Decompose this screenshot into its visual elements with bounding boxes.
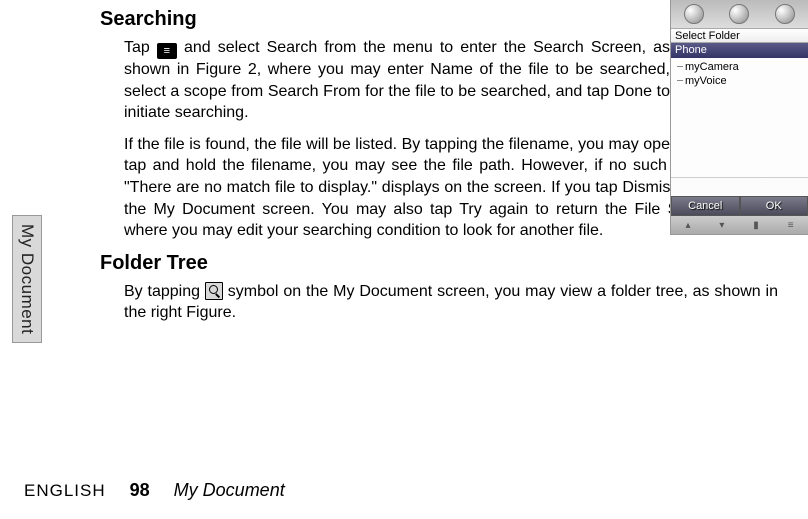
folder-tree-para: By tapping symbol on the My Document scr… <box>100 281 778 324</box>
device-titlebar-icon <box>775 4 795 24</box>
footer-section-title: My Document <box>174 480 285 501</box>
text-pre-icon: Tap <box>124 39 157 56</box>
text-post-icon: and select Search from the menu to enter… <box>124 39 670 121</box>
magnifier-icon <box>205 282 223 300</box>
footer-page-number: 98 <box>130 480 150 501</box>
device-folder-item[interactable]: myCamera <box>685 60 808 74</box>
device-screenshot: Select Folder Phone myCamera myVoice Can… <box>670 0 808 235</box>
device-folder-root[interactable]: Phone <box>671 43 808 58</box>
section-side-tab: My Document <box>12 215 42 343</box>
device-folder-tree: myCamera myVoice <box>671 58 808 178</box>
device-status-icon: ▾ <box>719 220 724 231</box>
searching-para-1: Tap ≡ and select Search from the menu to… <box>100 37 670 124</box>
device-titlebar-icon <box>684 4 704 24</box>
text-pre-search-icon: By tapping <box>124 283 205 300</box>
device-softkey-ok[interactable]: OK <box>740 196 808 216</box>
device-status-icon: ≡ <box>788 220 794 231</box>
device-softkey-cancel[interactable]: Cancel <box>671 196 740 216</box>
device-titlebar-icon <box>729 4 749 24</box>
device-status-icon: ▮ <box>753 220 759 231</box>
page-footer: ENGLISH 98 My Document <box>0 480 808 501</box>
device-titlebar <box>671 0 808 28</box>
device-status-icon: ▴ <box>685 220 690 231</box>
footer-language: ENGLISH <box>24 481 106 501</box>
device-status-bar: ▴ ▾ ▮ ≡ <box>671 216 808 234</box>
device-folder-item[interactable]: myVoice <box>685 74 808 88</box>
menu-list-icon: ≡ <box>157 43 177 59</box>
device-dialog-title: Select Folder <box>671 28 808 43</box>
heading-folder-tree: Folder Tree <box>100 252 778 275</box>
